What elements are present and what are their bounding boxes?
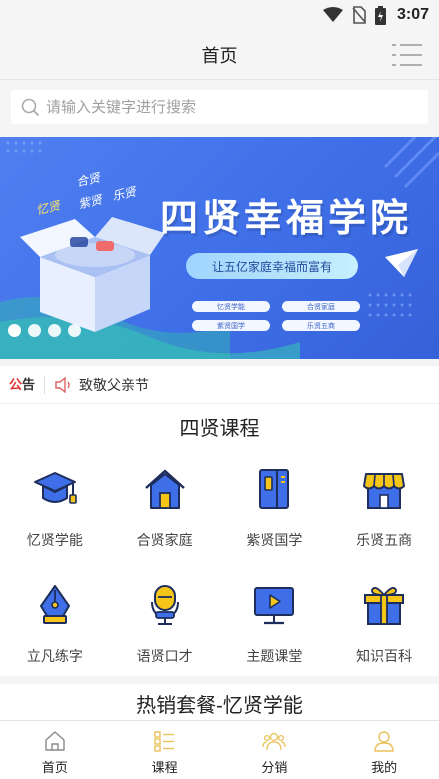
course-category-label: 立凡练字	[26, 648, 83, 664]
course-category-label: 主题课堂	[246, 648, 303, 664]
banner-chip: 合贤家庭	[282, 301, 360, 312]
course-category-item[interactable]: 知识百科	[329, 560, 439, 676]
announcement-label-dark: 告	[22, 376, 36, 392]
carousel-dot[interactable]	[8, 324, 21, 337]
banner-subtitle: 让五亿家庭幸福而富有	[186, 253, 358, 279]
bottom-tab-bar: 首页 课程 分销 我的	[0, 720, 439, 779]
gift-box-icon	[364, 586, 405, 625]
book-icon	[259, 469, 290, 509]
tab-label: 首页	[41, 760, 68, 775]
announcement-label-red: 公	[9, 376, 23, 392]
announcement-text: 致敬父亲节	[79, 376, 150, 393]
course-category-label: 忆贤学能	[26, 532, 83, 548]
course-category-label: 乐贤五商	[356, 532, 413, 548]
no-sim-icon	[352, 6, 366, 24]
app-screen: 3:07 首页 请输入关键字进行搜索 忆贤 合贤 紫贤 乐贤 四贤幸福学院 让五…	[0, 0, 439, 779]
carousel-indicators	[8, 324, 81, 337]
search-box[interactable]	[11, 90, 428, 124]
tab-courses[interactable]: 课程	[110, 721, 220, 779]
wifi-icon	[322, 7, 343, 22]
course-category-label: 语贤口才	[136, 648, 193, 664]
course-category-item[interactable]: 立凡练字	[0, 560, 110, 676]
carousel-dot[interactable]	[28, 324, 41, 337]
home-icon	[45, 731, 65, 751]
course-category-item[interactable]: 忆贤学能	[0, 444, 110, 560]
person-icon	[374, 731, 394, 752]
menu-list-icon[interactable]	[391, 42, 423, 68]
banner-title: 四贤幸福学院	[160, 196, 413, 240]
speaker-icon	[55, 376, 70, 393]
tab-distribution[interactable]: 分销	[220, 721, 330, 779]
banner-chip: 忆贤学能	[192, 301, 270, 312]
announcement-label: 公告	[9, 375, 46, 394]
search-area	[0, 80, 439, 137]
tab-label: 我的	[371, 760, 398, 775]
storefront-icon	[363, 473, 406, 509]
tab-mine[interactable]: 我的	[329, 721, 439, 779]
course-category-label: 知识百科	[356, 648, 413, 664]
graduation-cap-icon	[33, 472, 77, 504]
announcement-bar[interactable]: 公告 致敬父亲节	[0, 366, 439, 404]
search-icon	[21, 98, 40, 116]
pen-nib-icon	[39, 585, 70, 624]
banner-chip: 乐贤五商	[282, 320, 360, 331]
microphone-icon	[150, 585, 179, 625]
course-category-item[interactable]: 乐贤五商	[329, 444, 439, 560]
house-icon	[144, 469, 185, 509]
page-title: 首页	[201, 45, 238, 66]
banner-chip: 紫贤国学	[192, 320, 270, 331]
course-list-icon	[153, 731, 174, 752]
course-categories-section: 四贤课程 忆贤学能 合贤家庭 紫贤国学 乐贤五商 立凡练字 语贤口才 主题课堂 …	[0, 404, 439, 676]
tab-label: 分销	[261, 760, 288, 775]
people-icon	[262, 732, 287, 751]
hot-package-section-title: 热销套餐-忆贤学能	[0, 684, 439, 724]
course-category-item[interactable]: 主题课堂	[220, 560, 330, 676]
status-bar: 3:07	[0, 0, 439, 30]
search-input[interactable]	[46, 98, 428, 116]
battery-icon	[374, 5, 386, 25]
video-monitor-icon	[254, 587, 295, 625]
promo-banner[interactable]: 忆贤 合贤 紫贤 乐贤 四贤幸福学院 让五亿家庭幸福而富有 忆贤学能 合贤家庭 …	[0, 137, 439, 359]
tab-home[interactable]: 首页	[0, 721, 110, 779]
clock-time: 3:07	[396, 6, 429, 23]
tab-label: 课程	[151, 760, 178, 775]
section-title: 四贤课程	[179, 418, 260, 440]
course-category-label: 紫贤国学	[246, 532, 303, 548]
course-category-item[interactable]: 合贤家庭	[110, 444, 220, 560]
course-category-item[interactable]: 语贤口才	[110, 560, 220, 676]
carousel-dot[interactable]	[48, 324, 61, 337]
course-category-label: 合贤家庭	[136, 532, 193, 548]
carousel-dot[interactable]	[68, 324, 81, 337]
top-navigation-bar: 首页	[0, 30, 439, 80]
course-category-grid: 忆贤学能 合贤家庭 紫贤国学 乐贤五商 立凡练字 语贤口才 主题课堂 知识百科	[0, 444, 439, 676]
course-category-item[interactable]: 紫贤国学	[220, 444, 330, 560]
